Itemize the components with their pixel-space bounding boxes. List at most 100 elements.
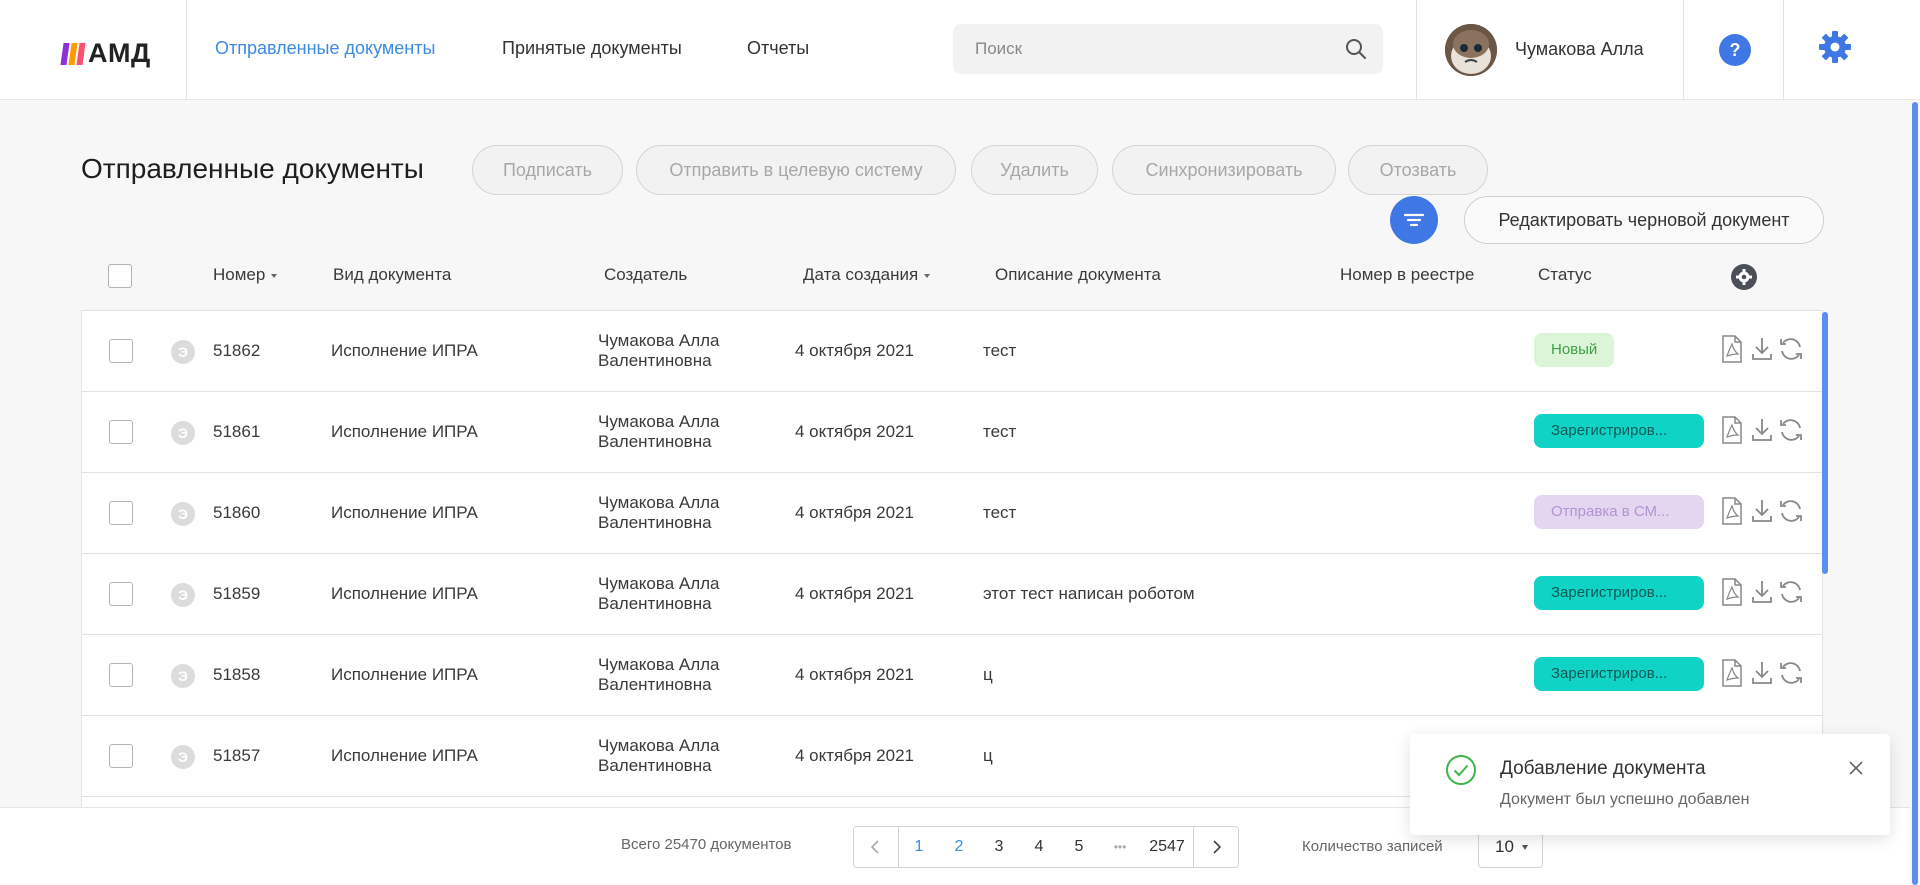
edit-draft-button[interactable]: Редактировать черновой документ — [1464, 196, 1824, 244]
download-icon[interactable] — [1750, 578, 1774, 606]
row-checkbox[interactable] — [109, 501, 133, 525]
page-5[interactable]: 5 — [1059, 827, 1099, 867]
total-documents-count: Всего 25470 документов — [621, 836, 792, 853]
column-header-registry-number[interactable]: Номер в реестре — [1340, 265, 1474, 285]
doc-type: Исполнение ИПРА — [331, 341, 478, 360]
table-row[interactable]: Э 51861 Исполнение ИПРА Чумакова Алла Валент… — [82, 392, 1822, 473]
doc-created-date: 4 октября 2021 — [795, 341, 914, 360]
row-checkbox[interactable] — [109, 663, 133, 687]
revoke-button[interactable]: Отозвать — [1348, 145, 1488, 195]
header-divider — [1783, 0, 1784, 100]
search-box — [953, 24, 1383, 74]
doc-number[interactable]: 51858 — [213, 665, 260, 685]
column-header-status[interactable]: Статус — [1538, 265, 1592, 285]
doc-creator: Чумакова Алла Валентиновна — [598, 493, 720, 532]
page-last[interactable]: 2547 — [1141, 827, 1193, 867]
download-icon[interactable] — [1750, 416, 1774, 444]
send-to-target-system-button[interactable]: Отправить в целевую систему — [636, 145, 956, 195]
search-input[interactable] — [953, 24, 1383, 74]
pagination: 1 2 3 4 5 ••• 2547 — [853, 826, 1239, 868]
column-header-created-date[interactable]: Дата создания — [803, 265, 931, 285]
pdf-icon[interactable] — [1720, 335, 1744, 363]
doc-description: этот тест написан роботом — [983, 584, 1195, 603]
prev-page-button[interactable] — [854, 827, 899, 867]
column-header-number[interactable]: Номер — [213, 265, 278, 285]
column-settings-gear-icon[interactable] — [1731, 264, 1757, 290]
nav-reports[interactable]: Отчеты — [747, 38, 809, 59]
page-4[interactable]: 4 — [1019, 827, 1059, 867]
pdf-icon[interactable] — [1720, 578, 1744, 606]
sync-icon[interactable] — [1777, 335, 1805, 363]
pdf-icon[interactable] — [1720, 497, 1744, 525]
doc-number[interactable]: 51857 — [213, 746, 260, 766]
pdf-icon[interactable] — [1720, 416, 1744, 444]
doc-badge-icon: Э — [171, 664, 195, 688]
delete-button[interactable]: Удалить — [971, 145, 1098, 195]
download-icon[interactable] — [1750, 497, 1774, 525]
success-check-icon — [1446, 755, 1476, 785]
doc-badge-icon: Э — [171, 421, 195, 445]
doc-type: Исполнение ИПРА — [331, 665, 478, 684]
user-name[interactable]: Чумакова Алла — [1515, 39, 1644, 60]
doc-description: тест — [983, 422, 1017, 441]
sync-icon[interactable] — [1777, 578, 1805, 606]
page-1[interactable]: 1 — [899, 827, 939, 867]
row-checkbox[interactable] — [109, 339, 133, 363]
doc-creator: Чумакова Алла Валентиновна — [598, 655, 720, 694]
sort-caret-icon — [271, 273, 278, 278]
page-3[interactable]: 3 — [979, 827, 1019, 867]
row-checkbox[interactable] — [109, 744, 133, 768]
nav-sent-documents[interactable]: Отправленные документы — [215, 38, 435, 59]
doc-type: Исполнение ИПРА — [331, 503, 478, 522]
doc-description: ц — [983, 746, 993, 765]
pdf-icon[interactable] — [1720, 659, 1744, 687]
header-divider — [186, 0, 187, 100]
row-checkbox[interactable] — [109, 420, 133, 444]
download-icon[interactable] — [1750, 659, 1774, 687]
filter-button[interactable] — [1390, 196, 1438, 244]
sync-icon[interactable] — [1777, 497, 1805, 525]
sign-button[interactable]: Подписать — [472, 145, 623, 195]
table-row[interactable]: Э 51859 Исполнение ИПРА Чумакова Алла Валент… — [82, 554, 1822, 635]
doc-number[interactable]: 51861 — [213, 422, 260, 442]
chevron-right-icon — [1213, 840, 1222, 854]
table-scrollbar[interactable] — [1822, 312, 1828, 574]
nav-received-documents[interactable]: Принятые документы — [502, 38, 682, 59]
page-title: Отправленные документы — [81, 153, 424, 184]
app-logo[interactable]: АМД — [60, 38, 151, 69]
next-page-button[interactable] — [1193, 827, 1238, 867]
table-row[interactable]: Э 51862 Исполнение ИПРА Чумакова Алла Валент… — [82, 311, 1822, 392]
sync-icon[interactable] — [1777, 416, 1805, 444]
avatar[interactable] — [1445, 24, 1497, 76]
caret-down-icon — [1522, 845, 1528, 850]
column-header-creator[interactable]: Создатель — [604, 265, 687, 285]
status-badge: Зарегистриров... — [1534, 657, 1704, 691]
column-header-doc-type[interactable]: Вид документа — [333, 265, 451, 285]
doc-created-date: 4 октября 2021 — [795, 422, 914, 441]
documents-table: Э 51862 Исполнение ИПРА Чумакова Алла Валент… — [81, 310, 1823, 807]
help-icon[interactable]: ? — [1719, 34, 1751, 66]
doc-description: тест — [983, 341, 1017, 360]
page-2[interactable]: 2 — [939, 827, 979, 867]
filter-icon — [1403, 213, 1425, 227]
page-scrollbar[interactable] — [1912, 102, 1918, 885]
doc-number[interactable]: 51862 — [213, 341, 260, 361]
page-ellipsis[interactable]: ••• — [1099, 827, 1141, 867]
column-header-description[interactable]: Описание документа — [995, 265, 1161, 285]
doc-created-date: 4 октября 2021 — [795, 665, 914, 684]
sync-button[interactable]: Синхронизировать — [1112, 145, 1336, 195]
select-all-checkbox[interactable] — [108, 264, 132, 288]
download-icon[interactable] — [1750, 335, 1774, 363]
header-divider — [1416, 0, 1417, 100]
close-icon[interactable] — [1844, 756, 1868, 780]
doc-number[interactable]: 51859 — [213, 584, 260, 604]
doc-number[interactable]: 51860 — [213, 503, 260, 523]
row-checkbox[interactable] — [109, 582, 133, 606]
header-divider — [1683, 0, 1684, 100]
status-badge: Зарегистриров... — [1534, 414, 1704, 448]
table-row[interactable]: Э 51858 Исполнение ИПРА Чумакова Алла Валент… — [82, 635, 1822, 716]
sync-icon[interactable] — [1777, 659, 1805, 687]
search-icon[interactable] — [1345, 38, 1367, 60]
settings-gear-icon[interactable] — [1818, 30, 1852, 64]
table-row[interactable]: Э 51860 Исполнение ИПРА Чумакова Алла Валент… — [82, 473, 1822, 554]
